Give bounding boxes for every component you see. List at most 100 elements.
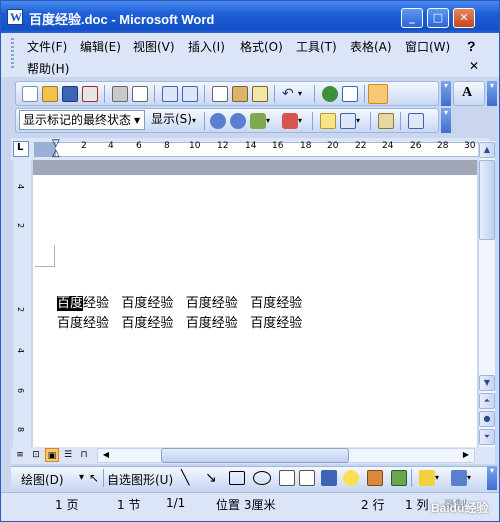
fill-dropdown-icon[interactable]: ▾ (435, 470, 445, 486)
help-question-button[interactable]: ? (467, 38, 481, 54)
vertical-scrollbar[interactable]: ▲ ▼ ⏶ ● ⏷ (478, 141, 495, 447)
font-size-toolbar: A (453, 81, 485, 106)
reviewing-toolbar-chevron[interactable]: ▾ (441, 108, 451, 133)
drawing-toolbar-chevron[interactable]: ▾ (487, 466, 497, 490)
vertical-ruler-number: 8 (16, 427, 25, 433)
print-icon[interactable] (112, 86, 128, 102)
reject-dropdown-icon[interactable]: ▾ (298, 113, 308, 129)
next-page-button[interactable]: ⏷ (479, 429, 495, 445)
scroll-thumb[interactable] (479, 160, 495, 240)
line-color-icon[interactable] (451, 470, 467, 486)
minimize-button[interactable]: _ (401, 8, 423, 28)
previous-page-button[interactable]: ⏶ (479, 393, 495, 409)
normal-view-icon[interactable]: ≡ (13, 448, 27, 462)
next-change-icon[interactable] (230, 113, 246, 129)
scroll-down-button[interactable]: ▼ (479, 375, 495, 391)
title-bar: 百度经验.doc - Microsoft Word _ □ ✕ (1, 1, 499, 33)
diagram-icon[interactable] (343, 470, 359, 486)
copy-icon[interactable] (212, 86, 228, 102)
selected-text[interactable]: 百度 (57, 296, 84, 311)
document-line-1[interactable]: 百度经验 百度经验 百度经验 百度经验 (57, 292, 302, 311)
horizontal-scroll-thumb[interactable] (161, 448, 349, 463)
reviewing-pane-icon[interactable] (378, 113, 394, 129)
ruler-number: 6 (136, 141, 142, 151)
undo-dropdown-icon[interactable]: ▾ (298, 86, 308, 102)
table-icon[interactable] (342, 86, 358, 102)
undo-icon[interactable]: ↶ (282, 86, 298, 102)
new-comment-icon[interactable] (320, 113, 336, 129)
draw-menu-button[interactable]: 绘图(D) (21, 471, 64, 488)
open-folder-icon[interactable] (42, 86, 58, 102)
insert-picture-icon[interactable] (391, 470, 407, 486)
menu-format[interactable]: 格式(O) (240, 38, 283, 55)
track-changes-icon[interactable] (340, 113, 356, 129)
scroll-left-icon[interactable]: ◀ (99, 448, 113, 462)
rectangle-tool-icon[interactable] (229, 471, 245, 485)
menu-grip-handle[interactable] (11, 38, 14, 70)
print-preview-icon[interactable] (132, 86, 148, 102)
markup-display-dropdown[interactable]: 显示标记的最终状态 (19, 110, 145, 130)
tab-selector[interactable]: L (13, 141, 29, 157)
print-layout-icon[interactable]: ▣ (45, 448, 59, 462)
reading-layout-view-icon[interactable]: ⊓ (77, 448, 91, 462)
doc-close-x[interactable]: ✕ (469, 59, 479, 73)
double-up-icon: ⏶ (483, 396, 491, 405)
toolbar-separator (411, 469, 412, 487)
menu-table[interactable]: 表格(A) (350, 38, 392, 55)
menu-insert[interactable]: 插入(I) (188, 38, 225, 55)
arrow-tool-icon[interactable]: ↘ (205, 470, 221, 486)
word-app-icon[interactable] (7, 9, 23, 25)
menu-help[interactable]: 帮助(H) (27, 60, 69, 77)
scroll-up-button[interactable]: ▲ (479, 142, 495, 158)
reject-change-icon[interactable] (282, 113, 298, 129)
vertical-textbox-icon[interactable] (299, 470, 315, 486)
line-tool-icon[interactable]: ╲ (181, 470, 197, 486)
accept-change-icon[interactable] (250, 113, 266, 129)
close-button[interactable]: ✕ (453, 8, 475, 28)
maximize-button[interactable]: □ (427, 8, 449, 28)
grow-font-button[interactable]: A (462, 85, 472, 101)
research-icon[interactable] (182, 86, 198, 102)
toolbar-options-chevron-2[interactable]: ▾ (487, 81, 497, 106)
maximize-icon: □ (432, 11, 444, 24)
save-icon[interactable] (62, 86, 78, 102)
fill-color-icon[interactable] (419, 470, 435, 486)
autoshapes-button[interactable]: 自选图形(U) (107, 471, 173, 488)
web-layout-icon[interactable]: ⊡ (29, 448, 43, 462)
window-title: 百度经验.doc - Microsoft Word (29, 12, 215, 27)
new-document-icon[interactable] (22, 86, 38, 102)
track-dropdown-icon[interactable]: ▾ (356, 113, 366, 129)
accept-dropdown-icon[interactable]: ▾ (266, 113, 276, 129)
vertical-ruler[interactable] (13, 160, 31, 447)
paste-icon[interactable] (232, 86, 248, 102)
permission-icon[interactable] (82, 86, 98, 102)
menu-edit[interactable]: 编辑(E) (80, 38, 121, 55)
toolbar-options-chevron[interactable]: ▾ (441, 81, 451, 106)
document-map-icon[interactable] (368, 84, 388, 104)
toolbar-separator (154, 85, 155, 103)
chevron-up-icon: ▲ (483, 145, 491, 154)
reading-layout-icon[interactable] (408, 113, 424, 129)
toolbar-separator (103, 469, 104, 487)
menu-window[interactable]: 窗口(W) (405, 38, 450, 55)
spelling-icon[interactable] (162, 86, 178, 102)
document-line-2[interactable]: 百度经验 百度经验 百度经验 百度经验 (57, 312, 302, 331)
toolbar-separator (370, 112, 371, 130)
select-browse-object-button[interactable]: ● (479, 411, 495, 427)
scroll-right-icon[interactable]: ▶ (459, 448, 473, 462)
oval-tool-icon[interactable] (253, 471, 271, 485)
toolbar-separator (204, 112, 205, 130)
menu-file[interactable]: 文件(F) (27, 38, 67, 55)
clip-art-icon[interactable] (367, 470, 383, 486)
indent-marker-icon[interactable]: ▽ △ (52, 139, 62, 159)
outline-view-icon[interactable]: ☰ (61, 448, 75, 462)
previous-change-icon[interactable] (210, 113, 226, 129)
textbox-tool-icon[interactable] (279, 470, 295, 486)
wordart-icon[interactable] (321, 470, 337, 486)
format-painter-icon[interactable] (252, 86, 268, 102)
ruler-number: 14 (245, 141, 257, 151)
hyperlink-icon[interactable] (322, 86, 338, 102)
menu-view[interactable]: 视图(V) (133, 38, 175, 55)
menu-tools[interactable]: 工具(T) (296, 38, 337, 55)
line-color-dropdown-icon[interactable]: ▾ (467, 470, 477, 486)
